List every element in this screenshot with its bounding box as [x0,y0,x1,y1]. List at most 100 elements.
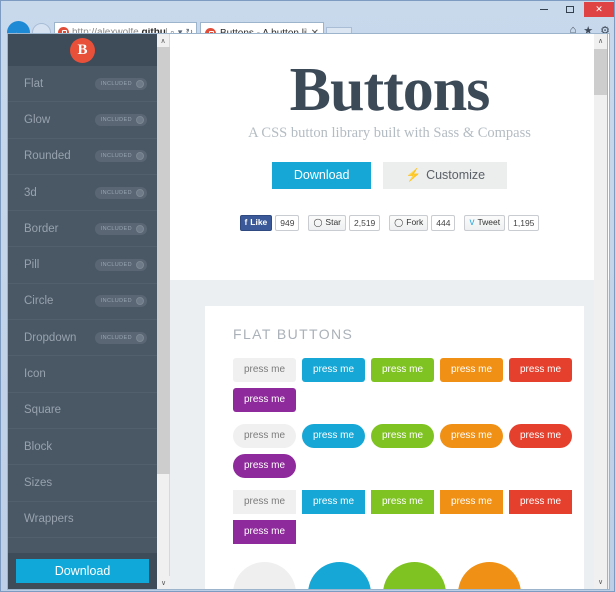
press-me-button-pill-green[interactable]: press me [371,424,434,448]
facebook-like-count: 949 [275,215,299,231]
toggle-dot-icon[interactable] [136,225,144,233]
sidebar-item-3d[interactable]: 3dINCLUDED [8,175,157,211]
github-star-count: 2,519 [349,215,380,231]
toggle-dot-icon[interactable] [136,80,144,88]
press-me-button-rounded-blue[interactable]: press me [302,358,365,382]
hero-download-button[interactable]: Download [272,162,372,189]
sidebar-scroll-up-icon[interactable]: ∧ [157,34,169,47]
social-buttons: f Like 949 ◯ Star 2,519 [170,215,609,231]
toggle-dot-icon[interactable] [136,189,144,197]
section-title: FLAT BUTTONS [205,326,584,358]
included-badge[interactable]: INCLUDED [95,259,147,271]
twitter-tweet-count: 1,195 [508,215,539,231]
github-fork-button[interactable]: ◯ Fork [389,215,428,231]
sidebar-item-glow[interactable]: GlowINCLUDED [8,102,157,138]
toggle-dot-icon[interactable] [136,334,144,342]
sidebar-item-label: Dropdown [24,332,76,344]
included-badge-label: INCLUDED [101,81,132,87]
press-me-button-pill-purple[interactable]: press me [233,454,296,478]
circle-button-green[interactable]: press me [383,562,446,589]
sidebar-item-circle[interactable]: Circle INCLUDED [8,284,157,320]
window-controls: ✕ [532,2,614,17]
button-row-rounded: press mepress mepress mepress mepress me… [205,358,575,424]
included-badge[interactable]: INCLUDED [95,223,147,235]
buttons-logo-icon[interactable]: B [70,38,95,63]
included-badge[interactable]: INCLUDED [95,332,147,344]
github-fork-group: ◯ Fork 444 [389,215,455,231]
included-badge[interactable]: INCLUDED [95,295,147,307]
toggle-dot-icon[interactable] [136,261,144,269]
sidebar-item-icon[interactable]: Icon [8,356,157,392]
twitter-bird-icon: ᴠ [469,218,474,228]
circle-button-white[interactable]: press me [233,562,296,589]
press-me-button-rounded-orange[interactable]: press me [440,358,503,382]
hero-buttons: Download ⚡ Customize [170,162,609,189]
press-me-button-rounded-purple[interactable]: press me [233,388,296,412]
press-me-button-rounded-green[interactable]: press me [371,358,434,382]
sidebar-item-square[interactable]: Square [8,393,157,429]
press-me-button-square-white[interactable]: press me [233,490,296,514]
facebook-like-button[interactable]: f Like [240,215,273,231]
page-scroll-thumb[interactable] [594,49,607,95]
press-me-button-square-orange[interactable]: press me [440,490,503,514]
included-badge[interactable]: INCLUDED [95,114,147,126]
page-scroll-up-icon[interactable]: ∧ [594,34,607,48]
page-subtitle: A CSS button library built with Sass & C… [170,125,609,142]
title-bar: ✕ [1,1,615,19]
included-badge[interactable]: INCLUDED [95,150,147,162]
sidebar-item-label: Circle [24,295,53,307]
sidebar-scroll-thumb[interactable] [157,47,170,474]
press-me-button-pill-blue[interactable]: press me [302,424,365,448]
toggle-dot-icon[interactable] [136,152,144,160]
sidebar-logo-area: B [8,34,157,66]
page-scrollbar[interactable]: ∧ ∨ [594,33,608,590]
included-badge[interactable]: INCLUDED [95,187,147,199]
press-me-button-square-green[interactable]: press me [371,490,434,514]
github-star-group: ◯ Star 2,519 [308,215,380,231]
close-button[interactable]: ✕ [584,2,614,17]
maximize-button[interactable] [558,2,582,17]
sidebar-item-dropdown[interactable]: Dropdown INCLUDED [8,320,157,356]
press-me-button-pill-white[interactable]: press me [233,424,296,448]
press-me-button-rounded-red[interactable]: press me [509,358,572,382]
sidebar-item-sizes[interactable]: Sizes [8,465,157,501]
sidebar-item-border[interactable]: BorderINCLUDED [8,211,157,247]
minimize-button[interactable] [532,2,556,17]
toggle-dot-icon[interactable] [136,297,144,305]
hero-customize-button[interactable]: ⚡ Customize [383,162,507,189]
page-scroll-down-icon[interactable]: ∨ [594,575,607,589]
sidebar-scrollbar[interactable]: ∧ ∨ [157,34,170,589]
press-me-button-square-purple[interactable]: press me [233,520,296,544]
github-fork-icon: ◯ [394,219,403,227]
sidebar-item-label: Block [24,441,52,453]
twitter-tweet-label: Tweet [477,218,500,227]
sidebar-download-area: Download [8,553,157,589]
sidebar-item-block[interactable]: Block [8,429,157,465]
github-star-label: Star [325,218,341,227]
press-me-button-square-red[interactable]: press me [509,490,572,514]
press-me-button-rounded-white[interactable]: press me [233,358,296,382]
sidebar-item-wrappers[interactable]: Wrappers [8,502,157,538]
sidebar-scroll-down-icon[interactable]: ∨ [157,576,170,589]
circle-button-orange[interactable]: press me [458,562,521,589]
included-badge-label: INCLUDED [101,153,132,159]
included-badge-label: INCLUDED [101,226,132,232]
sidebar-item-flat[interactable]: FlatINCLUDED [8,66,157,102]
sidebar-download-button[interactable]: Download [16,559,149,583]
press-me-button-square-blue[interactable]: press me [302,490,365,514]
circle-button-row: press me press me press me press me [205,556,584,589]
press-me-button-pill-orange[interactable]: press me [440,424,503,448]
press-me-button-pill-red[interactable]: press me [509,424,572,448]
toggle-dot-icon[interactable] [136,116,144,124]
included-badge[interactable]: INCLUDED [95,78,147,90]
sidebar-item-rounded[interactable]: RoundedINCLUDED [8,139,157,175]
twitter-tweet-button[interactable]: ᴠ Tweet [464,215,505,231]
page-title: Buttons [170,58,609,123]
site-sidebar: B FlatINCLUDEDGlowINCLUDEDRoundedINCLUDE… [8,34,157,589]
circle-button-blue[interactable]: press me [308,562,371,589]
included-badge-label: INCLUDED [101,262,132,268]
github-star-button[interactable]: ◯ Star [308,215,346,231]
sidebar-item-pill[interactable]: PillINCLUDED [8,247,157,283]
twitter-tweet-group: ᴠ Tweet 1,195 [464,215,539,231]
sidebar-item-label: Sizes [24,477,52,489]
